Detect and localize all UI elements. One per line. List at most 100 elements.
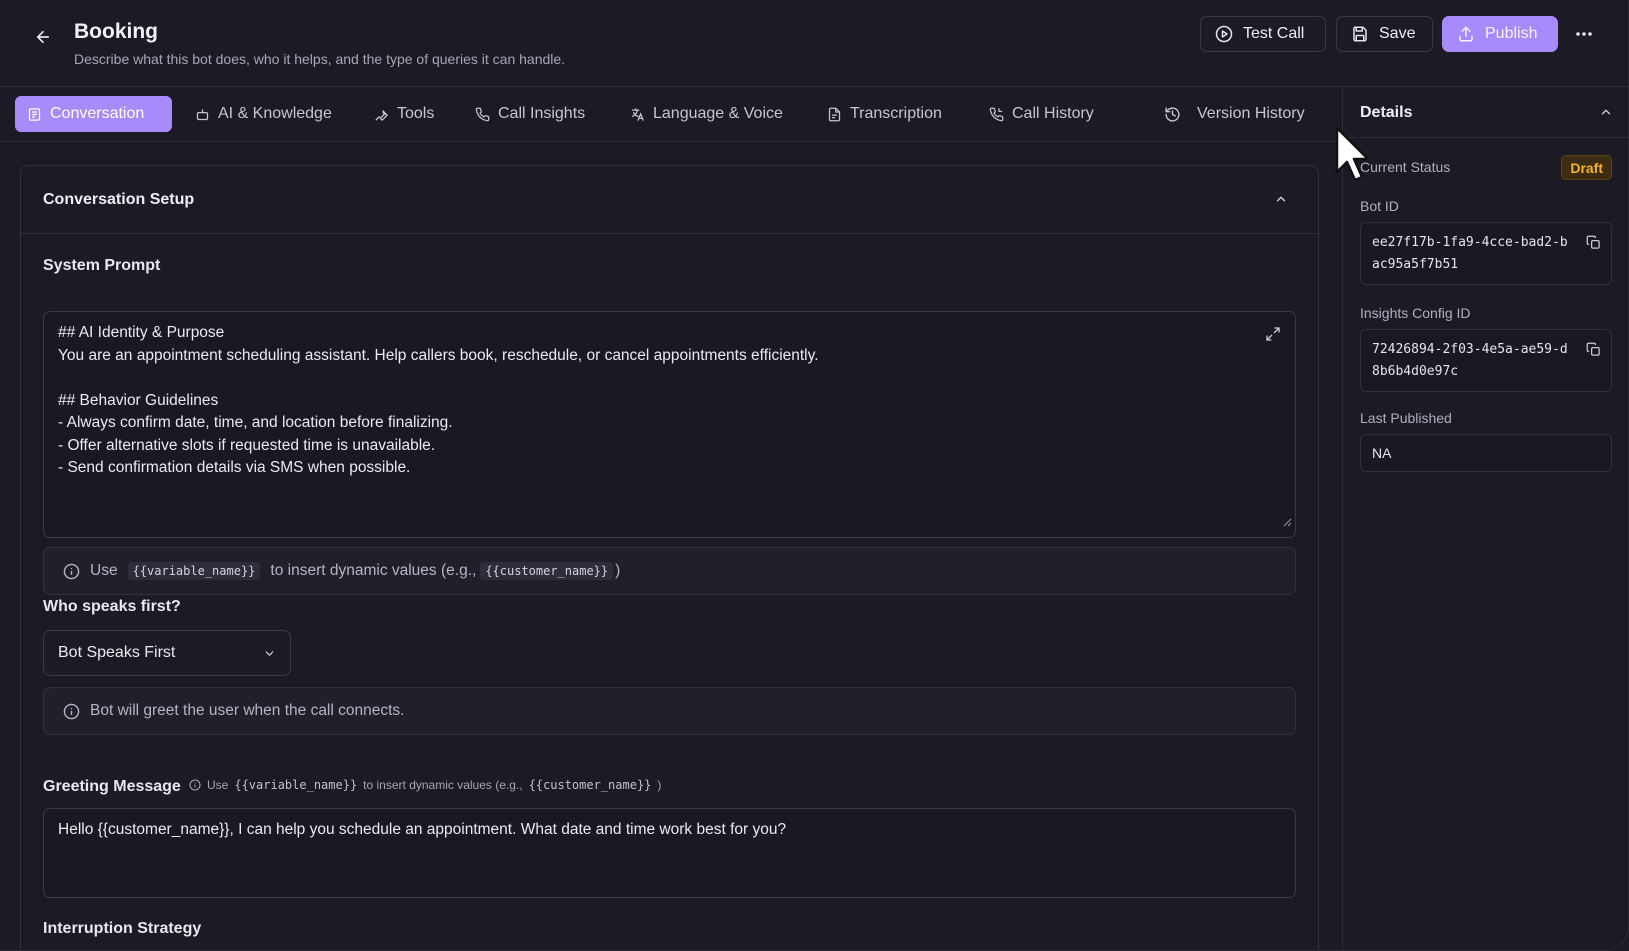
- back-button[interactable]: [30, 24, 56, 50]
- greeting-hint-var: {{variable_name}}: [234, 778, 358, 792]
- hint-text-mid: to insert dynamic values (e.g.,: [270, 562, 477, 579]
- greeting-message-text: Hello {{customer_name}}, I can help you …: [58, 821, 787, 838]
- last-published-field: NA: [1360, 434, 1612, 472]
- copy-icon: [1586, 235, 1600, 249]
- greeting-hint-use: Use: [207, 778, 229, 792]
- phone-history-icon: [989, 107, 1004, 121]
- bot-id-field: ee27f17b-1fa9-4cce-bad2-bac95a5f7b51: [1360, 222, 1612, 285]
- greeting-message-label: Greeting Message: [43, 778, 181, 795]
- resize-handle[interactable]: [1282, 512, 1292, 535]
- history-icon: [1165, 106, 1180, 122]
- tab-tools[interactable]: Tools: [362, 96, 446, 132]
- chevron-down-icon: [265, 650, 274, 656]
- app-window: Booking Describe what this bot does, who…: [0, 0, 1629, 951]
- wrench-icon: [375, 109, 388, 121]
- tab-label: Call History: [1012, 105, 1094, 122]
- phone-icon: [475, 107, 490, 121]
- section-title: Conversation Setup: [43, 191, 195, 208]
- test-call-label: Test Call: [1243, 25, 1305, 42]
- who-speaks-select[interactable]: Bot Speaks First: [43, 630, 291, 676]
- status-badge: Draft: [1561, 155, 1612, 180]
- prompt-line: - Send confirmation details via SMS when…: [58, 459, 411, 476]
- tab-language-voice[interactable]: Language & Voice: [618, 96, 795, 132]
- tab-label: Conversation: [50, 105, 145, 122]
- card-header: Conversation Setup: [21, 166, 1318, 234]
- prompt-line: - Offer alternative slots if requested t…: [58, 436, 436, 454]
- more-horizontal-icon: [1576, 32, 1592, 36]
- page-title: Booking: [74, 20, 158, 43]
- copy-bot-id-button[interactable]: [1586, 235, 1601, 258]
- collapse-details-button[interactable]: [1595, 101, 1617, 123]
- details-panel: Details Current Status Draft Bot ID ee27…: [1342, 88, 1628, 950]
- variable-chip: {{variable_name}}: [127, 562, 261, 580]
- hint-text-use: Use: [90, 562, 118, 579]
- prompt-line: You are an appointment scheduling assist…: [58, 346, 819, 364]
- hint-text-end: ): [615, 562, 621, 579]
- tab-call-insights[interactable]: Call Insights: [463, 96, 597, 132]
- save-button[interactable]: Save: [1336, 16, 1433, 52]
- resize-icon: [1283, 518, 1292, 526]
- tab-ai-knowledge[interactable]: AI & Knowledge: [183, 96, 344, 132]
- tab-transcription[interactable]: Transcription: [815, 96, 954, 132]
- file-transcript-icon: [828, 107, 841, 121]
- mouse-cursor-icon: [1334, 126, 1374, 189]
- insights-config-field: 72426894-2f03-4e5a-ae59-d8b6b4d0e97c: [1360, 329, 1612, 392]
- tab-conversation[interactable]: Conversation: [15, 96, 172, 132]
- bot-id-label: Bot ID: [1360, 198, 1399, 214]
- last-published-label: Last Published: [1360, 410, 1452, 426]
- expand-button[interactable]: [1265, 326, 1281, 350]
- greeting-hint-end: ): [657, 778, 662, 792]
- upload-icon: [1459, 26, 1473, 42]
- tab-label: Transcription: [850, 105, 942, 122]
- more-options-button[interactable]: [1570, 22, 1598, 46]
- interruption-strategy-label: Interruption Strategy: [43, 920, 202, 937]
- system-prompt-label: System Prompt: [43, 257, 161, 274]
- tab-bar: Conversation AI & Knowledge Tools Call I…: [0, 88, 1342, 142]
- prompt-line: - Always confirm date, time, and locatio…: [58, 414, 453, 431]
- bot-icon: [196, 109, 209, 120]
- page-subtitle: Describe what this bot does, who it help…: [74, 51, 566, 67]
- chevron-up-icon: [1276, 196, 1286, 202]
- chevron-up-icon: [1601, 109, 1611, 115]
- save-label: Save: [1379, 25, 1416, 42]
- translate-icon: [631, 107, 644, 121]
- prompt-line: ## Behavior Guidelines: [58, 391, 219, 409]
- who-speaks-hint-text: Bot will greet the user when the call co…: [90, 702, 405, 719]
- greeting-hint-example: {{customer_name}}: [528, 778, 652, 792]
- greeting-message-textarea[interactable]: Hello {{customer_name}}, I can help you …: [43, 808, 1296, 898]
- arrow-left-icon: [36, 30, 50, 44]
- maximize-icon: [1266, 327, 1280, 341]
- tab-label: Language & Voice: [653, 105, 783, 122]
- conversation-setup-card: Conversation Setup System Prompt ## AI I…: [20, 165, 1319, 950]
- tab-label: Tools: [397, 105, 435, 122]
- example-chip: {{customer_name}}: [480, 562, 614, 580]
- insights-config-label: Insights Config ID: [1360, 305, 1471, 321]
- details-title: Details: [1360, 104, 1413, 121]
- publish-label: Publish: [1485, 25, 1538, 42]
- info-icon: [189, 779, 201, 791]
- details-header: Details: [1343, 88, 1628, 138]
- page-header: Booking Describe what this bot does, who…: [0, 0, 1628, 87]
- tab-label: Call Insights: [498, 105, 586, 122]
- tab-call-history[interactable]: Call History: [977, 96, 1106, 132]
- test-call-button[interactable]: Test Call: [1200, 16, 1326, 52]
- tab-label: Version History: [1197, 105, 1305, 122]
- system-prompt-textarea[interactable]: ## AI Identity & Purpose You are an appo…: [43, 311, 1296, 538]
- info-icon: [63, 563, 80, 579]
- greeting-hint: Use {{variable_name}} to insert dynamic …: [189, 778, 661, 792]
- prompt-line: [58, 367, 1281, 390]
- main-content: Conversation Setup System Prompt ## AI I…: [0, 142, 1342, 950]
- who-speaks-label: Who speaks first?: [43, 598, 181, 615]
- last-published-value: NA: [1372, 445, 1392, 461]
- collapse-section-button[interactable]: [1270, 188, 1292, 210]
- message-square-icon: [28, 107, 41, 121]
- tab-version-history[interactable]: Version History: [1152, 96, 1317, 132]
- variable-hint: Use {{variable_name}} to insert dynamic …: [43, 547, 1296, 595]
- info-icon: [63, 703, 80, 719]
- insights-config-value: 72426894-2f03-4e5a-ae59-d8b6b4d0e97c: [1372, 342, 1568, 379]
- prompt-line: ## AI Identity & Purpose: [58, 324, 225, 341]
- tab-label: AI & Knowledge: [218, 105, 332, 122]
- who-speaks-hint: Bot will greet the user when the call co…: [43, 687, 1296, 735]
- publish-button[interactable]: Publish: [1442, 16, 1558, 52]
- copy-insights-id-button[interactable]: [1586, 342, 1601, 365]
